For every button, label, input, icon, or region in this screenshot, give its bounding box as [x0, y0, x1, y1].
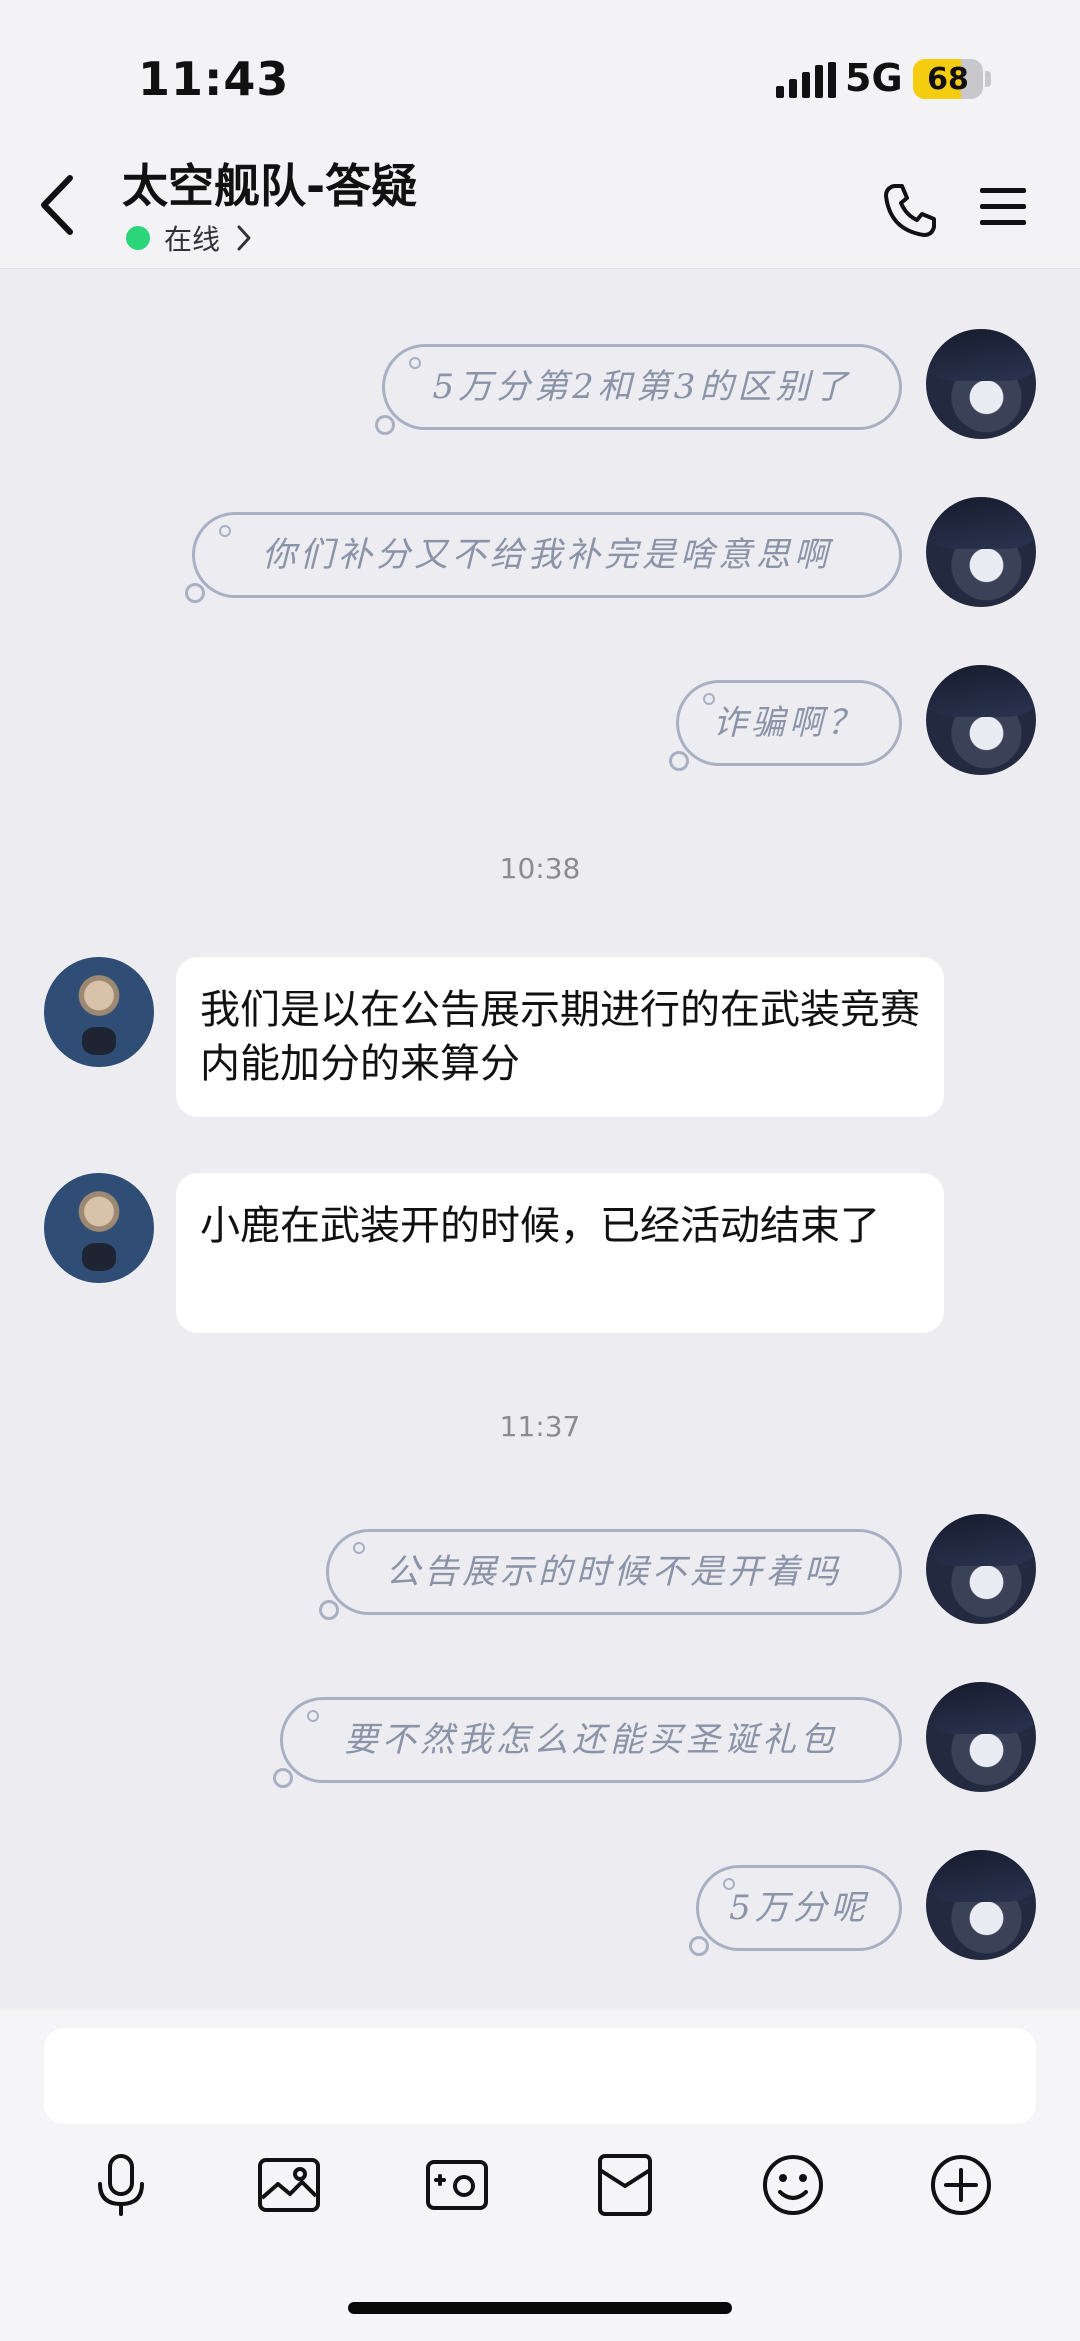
- phone-call-icon[interactable]: [880, 180, 940, 240]
- back-arrow-icon[interactable]: [30, 170, 90, 240]
- network-type: 5G: [845, 56, 903, 100]
- red-packet-icon[interactable]: [590, 2150, 660, 2220]
- plus-icon[interactable]: [926, 2150, 996, 2220]
- message-bubble-sent[interactable]: 5万分第2和第3的区别了: [375, 344, 902, 435]
- chat-header: 太空舰队-答疑 在线: [0, 140, 1080, 269]
- online-status-text[interactable]: 在线: [164, 218, 220, 258]
- status-time: 11:43: [138, 52, 290, 106]
- status-bar: 11:43 5G 68: [0, 0, 1080, 140]
- online-status-dot: [126, 226, 150, 250]
- contact-avatar[interactable]: [44, 957, 154, 1067]
- battery-level: 68: [927, 62, 969, 97]
- message-timestamp: 11:37: [499, 1410, 581, 1443]
- battery-icon: 68: [913, 59, 983, 99]
- image-icon[interactable]: [254, 2150, 324, 2220]
- my-avatar[interactable]: [926, 1850, 1036, 1960]
- message-bubble-sent[interactable]: 5万分呢: [689, 1865, 902, 1956]
- message-timestamp: 10:38: [499, 852, 581, 885]
- contact-avatar[interactable]: [44, 1173, 154, 1283]
- emoji-icon[interactable]: [758, 2150, 828, 2220]
- camera-icon[interactable]: [422, 2150, 492, 2220]
- message-input[interactable]: [44, 2028, 1036, 2124]
- menu-icon[interactable]: [978, 184, 1028, 230]
- my-avatar[interactable]: [926, 1682, 1036, 1792]
- chat-message-list[interactable]: 5万分第2和第3的区别了 你们补分又不给我补完是啥意思啊 诈骗啊？ 10:38 …: [0, 269, 1080, 2009]
- home-indicator[interactable]: [348, 2302, 732, 2314]
- my-avatar[interactable]: [926, 1514, 1036, 1624]
- my-avatar[interactable]: [926, 497, 1036, 607]
- message-bubble-received[interactable]: 我们是以在公告展示期进行的在武装竞赛内能加分的来算分: [176, 957, 944, 1117]
- composer-area: [0, 2010, 1080, 2341]
- message-bubble-sent[interactable]: 你们补分又不给我补完是啥意思啊: [185, 512, 902, 603]
- chevron-right-icon[interactable]: [234, 224, 254, 252]
- message-bubble-sent[interactable]: 公告展示的时候不是开着吗: [319, 1529, 902, 1620]
- message-bubble-received[interactable]: 小鹿在武装开的时候，已经活动结束了: [176, 1173, 944, 1333]
- chat-title[interactable]: 太空舰队-答疑: [122, 150, 417, 216]
- signal-icon: [776, 62, 836, 98]
- microphone-icon[interactable]: [86, 2150, 156, 2220]
- battery-tip: [985, 71, 991, 87]
- message-bubble-sent[interactable]: 诈骗啊？: [669, 680, 902, 771]
- my-avatar[interactable]: [926, 329, 1036, 439]
- message-bubble-sent[interactable]: 要不然我怎么还能买圣诞礼包: [273, 1697, 902, 1788]
- my-avatar[interactable]: [926, 665, 1036, 775]
